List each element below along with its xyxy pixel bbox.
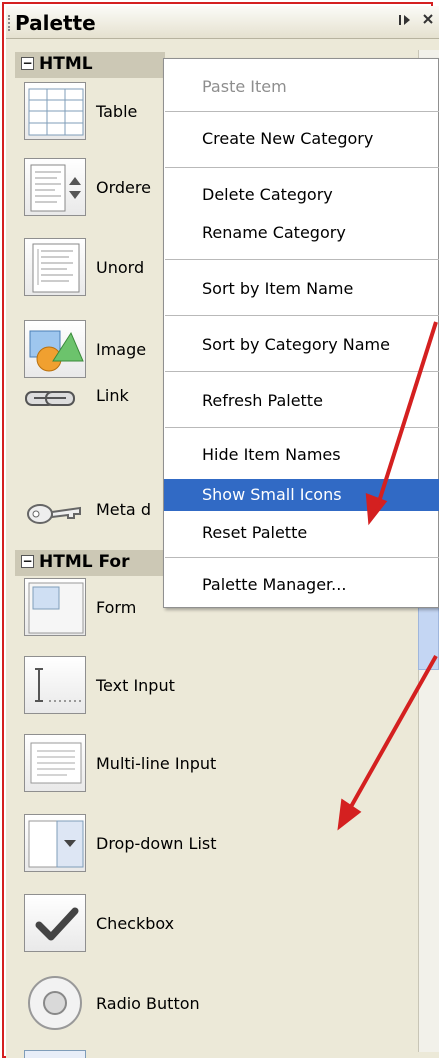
menu-item-paste-item[interactable]: Paste Item bbox=[164, 71, 439, 101]
item-label: Image bbox=[96, 340, 147, 359]
palette-titlebar[interactable]: Palette bbox=[6, 6, 439, 39]
menu-item-label: Show Small Icons bbox=[202, 485, 342, 504]
image-icon bbox=[24, 320, 86, 378]
link-icon bbox=[24, 378, 86, 436]
ordered-list-icon bbox=[24, 158, 86, 216]
dock-icon[interactable] bbox=[398, 13, 412, 31]
menu-separator bbox=[165, 371, 439, 372]
unordered-list-icon bbox=[24, 238, 86, 296]
category-label: HTML For bbox=[39, 552, 130, 572]
item-label: Drop-down List bbox=[96, 834, 217, 853]
menu-separator bbox=[165, 259, 439, 260]
palette-item-multiline-input[interactable]: Multi-line Input bbox=[24, 734, 224, 792]
menu-item-label: Sort by Category Name bbox=[202, 335, 390, 354]
menu-item-rename-category[interactable]: Rename Category bbox=[164, 217, 439, 247]
menu-item-label: Create New Category bbox=[202, 129, 374, 148]
context-menu: Paste Item Create New Category Delete Ca… bbox=[163, 58, 439, 608]
text-input-icon bbox=[24, 656, 86, 714]
menu-item-label: Palette Manager... bbox=[202, 575, 347, 594]
menu-item-refresh-palette[interactable]: Refresh Palette bbox=[164, 385, 439, 415]
item-label: Ordere bbox=[96, 178, 151, 197]
menu-item-label: Reset Palette bbox=[202, 523, 308, 542]
checkbox-icon bbox=[24, 894, 86, 952]
menu-item-label: Delete Category bbox=[202, 185, 333, 204]
palette-item-dropdown-list[interactable]: Drop-down List bbox=[24, 814, 224, 872]
item-label: Checkbox bbox=[96, 914, 175, 933]
category-label: HTML bbox=[39, 54, 93, 74]
palette-item-checkbox[interactable]: Checkbox bbox=[24, 894, 224, 952]
menu-separator bbox=[165, 315, 439, 316]
category-header-html-forms[interactable]: − HTML For bbox=[15, 550, 165, 576]
menu-item-palette-manager[interactable]: Palette Manager... bbox=[164, 569, 439, 599]
radio-button-icon bbox=[24, 974, 86, 1032]
item-label: Multi-line Input bbox=[96, 754, 217, 773]
collapse-icon[interactable]: − bbox=[21, 555, 34, 568]
partial-item-icon bbox=[24, 1050, 86, 1058]
menu-item-show-small-icons[interactable]: Show Small Icons bbox=[164, 479, 439, 511]
menu-separator bbox=[165, 167, 439, 168]
palette-item-radio-button[interactable]: Radio Button bbox=[24, 974, 224, 1032]
palette-title: Palette bbox=[15, 11, 96, 35]
drag-grip-icon[interactable] bbox=[8, 15, 13, 31]
menu-item-create-category[interactable]: Create New Category bbox=[164, 123, 439, 153]
close-icon[interactable] bbox=[422, 11, 436, 31]
menu-item-label: Refresh Palette bbox=[202, 391, 323, 410]
menu-item-label: Paste Item bbox=[202, 77, 287, 96]
menu-item-reset-palette[interactable]: Reset Palette bbox=[164, 517, 439, 547]
menu-item-hide-item-names[interactable]: Hide Item Names bbox=[164, 439, 439, 469]
table-icon bbox=[24, 82, 86, 140]
item-label: Link bbox=[96, 386, 129, 405]
item-label: Radio Button bbox=[96, 994, 200, 1013]
menu-item-label: Sort by Item Name bbox=[202, 279, 354, 298]
item-label: Table bbox=[96, 102, 138, 121]
menu-separator bbox=[165, 557, 439, 558]
palette-item-text-input[interactable]: Text Input bbox=[24, 656, 224, 714]
menu-item-delete-category[interactable]: Delete Category bbox=[164, 179, 439, 209]
menu-separator bbox=[165, 427, 439, 428]
menu-item-label: Hide Item Names bbox=[202, 445, 341, 464]
item-label: Text Input bbox=[96, 676, 175, 695]
item-label: Unord bbox=[96, 258, 145, 277]
key-icon bbox=[24, 480, 86, 538]
menu-item-sort-by-item[interactable]: Sort by Item Name bbox=[164, 273, 439, 303]
multiline-input-icon bbox=[24, 734, 86, 792]
menu-item-label: Rename Category bbox=[202, 223, 346, 242]
form-icon bbox=[24, 578, 86, 636]
category-header-html[interactable]: − HTML bbox=[15, 52, 165, 78]
menu-item-sort-by-category[interactable]: Sort by Category Name bbox=[164, 329, 439, 359]
menu-separator bbox=[165, 111, 439, 112]
collapse-icon[interactable]: − bbox=[21, 57, 34, 70]
item-label: Form bbox=[96, 598, 137, 617]
item-label: Meta d bbox=[96, 500, 151, 519]
dropdown-list-icon bbox=[24, 814, 86, 872]
